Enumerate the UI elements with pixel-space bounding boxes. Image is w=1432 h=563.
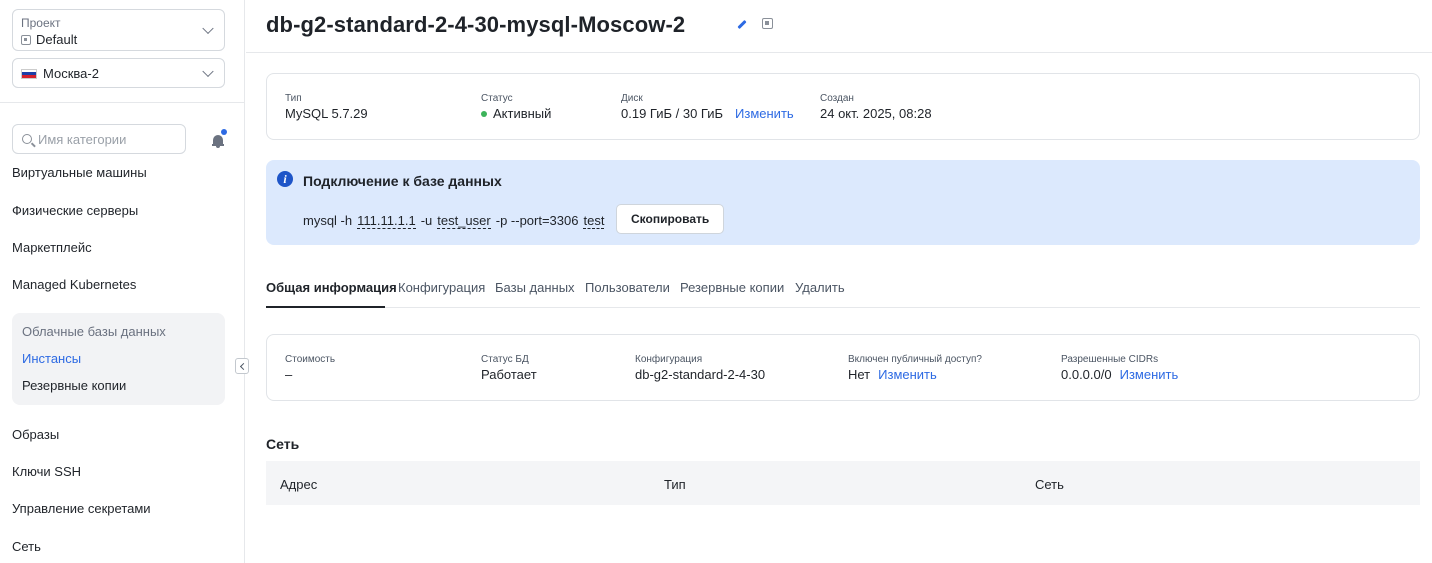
created-label: Создан [820, 93, 854, 104]
cidrs-value: 0.0.0.0/0 [1061, 367, 1112, 382]
page-title: db-g2-standard-2-4-30-mysql-Moscow-2 [266, 12, 686, 37]
info-icon: i [277, 171, 293, 187]
command-part: -p --port=3306 [495, 213, 579, 228]
sidebar-item-marketplace[interactable]: Маркетплейс [12, 240, 92, 255]
status-active-dot [481, 110, 487, 117]
cidrs-field: Разрешенные CIDRs 0.0.0.0/0 Изменить [1061, 354, 1178, 382]
sidebar: Проект Default Москва-2 Виртуальные маши… [0, 0, 245, 563]
sidebar-item-backups[interactable]: Резервные копии [22, 378, 126, 393]
sidebar-group-cloud-databases: Облачные базы данных Инстансы Резервные … [12, 313, 225, 405]
category-search-input[interactable] [38, 131, 178, 147]
config-field: Конфигурация db-g2-standard-2-4-30 [635, 354, 765, 382]
active-tab-indicator [266, 306, 385, 308]
chevron-down-icon [202, 65, 214, 78]
sidebar-group-heading[interactable]: Облачные базы данных [22, 324, 166, 339]
public-access-field: Включен публичный доступ? Нет Изменить [848, 354, 982, 382]
network-table-header: Адрес Тип Сеть [266, 461, 1420, 505]
sidebar-item-managed-kubernetes[interactable]: Managed Kubernetes [12, 277, 136, 292]
command-user: test_user [437, 213, 491, 229]
disk-change-link[interactable]: Изменить [735, 106, 794, 121]
config-value: db-g2-standard-2-4-30 [635, 367, 766, 382]
db-status-field: Статус БД Работает [481, 354, 537, 382]
project-icon [21, 34, 31, 45]
region-select[interactable]: Москва-2 [12, 58, 225, 88]
cost-value: – [285, 367, 293, 382]
project-select-label: Проект [21, 16, 61, 30]
type-value: MySQL 5.7.29 [285, 106, 368, 121]
russia-flag-icon [21, 68, 37, 79]
tab-users[interactable]: Пользователи [585, 280, 670, 295]
config-label: Конфигурация [635, 354, 703, 365]
sidebar-collapse-button[interactable] [235, 358, 249, 374]
sidebar-item-virtual-machines[interactable]: Виртуальные машины [12, 165, 147, 180]
sidebar-item-instances[interactable]: Инстансы [22, 351, 81, 366]
summary-card: Тип MySQL 5.7.29 Статус Активный Диск 0.… [266, 73, 1420, 140]
tab-delete[interactable]: Удалить [795, 280, 845, 295]
disk-label: Диск [621, 93, 643, 104]
tab-databases[interactable]: Базы данных [495, 280, 575, 295]
sidebar-divider [0, 102, 245, 103]
type-label: Тип [285, 93, 302, 104]
tab-backups[interactable]: Резервные копии [680, 280, 784, 295]
chevron-down-icon [202, 22, 214, 35]
cost-label: Стоимость [285, 354, 336, 365]
status-label: Статус [481, 93, 513, 104]
region-select-value-wrap: Москва-2 [21, 66, 99, 81]
cidrs-label: Разрешенные CIDRs [1061, 354, 1159, 365]
column-header-network: Сеть [1035, 477, 1064, 492]
cost-field: Стоимость – [285, 354, 335, 382]
sidebar-item-images[interactable]: Образы [12, 427, 59, 442]
column-header-address: Адрес [280, 477, 318, 492]
public-access-value: Нет [848, 367, 871, 382]
status-value: Активный [493, 106, 552, 121]
notification-dot [221, 129, 227, 135]
sidebar-item-secrets[interactable]: Управление секретами [12, 501, 151, 516]
public-access-change-link[interactable]: Изменить [878, 367, 937, 382]
disk-field: Диск 0.19 ГиБ / 30 ГиБ Изменить [621, 93, 794, 121]
command-db: test [583, 213, 605, 229]
notifications-bell-icon[interactable] [212, 129, 227, 148]
copy-command-button[interactable]: Скопировать [616, 204, 725, 234]
region-select-value: Москва-2 [43, 66, 99, 81]
network-section-title: Сеть [266, 436, 300, 452]
cidrs-change-link[interactable]: Изменить [1120, 367, 1179, 382]
connection-info-box: i Подключение к базе данных mysql -h 111… [266, 160, 1420, 245]
project-select-value: Default [36, 32, 78, 47]
tab-configuration[interactable]: Конфигурация [398, 280, 485, 295]
connection-title: Подключение к базе данных [303, 173, 502, 189]
created-field: Создан 24 окт. 2025, 08:28 [820, 93, 932, 121]
project-select-value-wrap: Default [21, 32, 77, 47]
sidebar-item-physical-servers[interactable]: Физические серверы [12, 203, 138, 218]
project-select[interactable]: Проект Default [12, 9, 225, 51]
copy-id-icon[interactable] [762, 18, 773, 29]
created-value: 24 окт. 2025, 08:28 [820, 106, 932, 121]
page-header: db-g2-standard-2-4-30-mysql-Moscow-2 [246, 0, 1432, 53]
command-part: mysql -h [303, 213, 353, 228]
edit-pencil-icon[interactable] [735, 19, 747, 31]
sidebar-item-ssh-keys[interactable]: Ключи SSH [12, 464, 81, 479]
command-part: -u [420, 213, 433, 228]
disk-value: 0.19 ГиБ / 30 ГиБ [621, 106, 724, 121]
category-search[interactable] [12, 124, 186, 154]
command-host: 111.11.1.1 [357, 213, 416, 229]
tab-bar: Общая информация Конфигурация Базы данны… [266, 268, 1420, 308]
search-icon [22, 134, 32, 144]
connection-command: mysql -h 111.11.1.1 -u test_user -p --po… [303, 213, 605, 229]
type-field: Тип MySQL 5.7.29 [285, 93, 368, 121]
public-access-label: Включен публичный доступ? [848, 354, 982, 365]
db-status-value: Работает [481, 367, 537, 382]
sidebar-item-network[interactable]: Сеть [12, 539, 41, 554]
status-field: Статус Активный [481, 93, 551, 121]
column-header-type: Тип [664, 477, 686, 492]
db-status-label: Статус БД [481, 354, 529, 365]
details-card: Стоимость – Статус БД Работает Конфигура… [266, 334, 1420, 401]
tab-general[interactable]: Общая информация [266, 280, 397, 295]
